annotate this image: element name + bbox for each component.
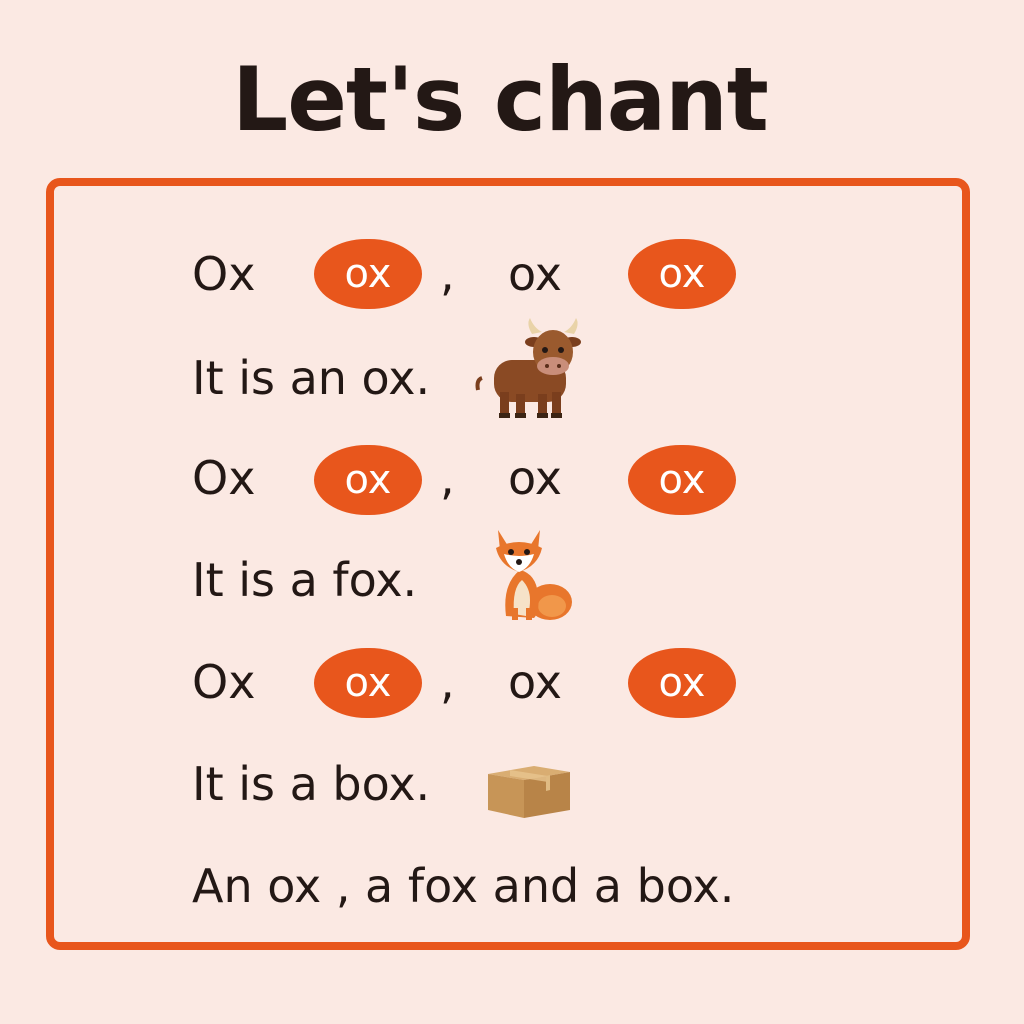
ox-pill: ox: [314, 445, 422, 515]
sentence-text: It is a box.: [192, 757, 431, 811]
ox-pill: ox: [628, 239, 736, 309]
chant-word: Ox: [192, 247, 256, 301]
ox-pill: ox: [314, 239, 422, 309]
box-icon: [488, 766, 570, 818]
chant-word: Ox: [192, 451, 256, 505]
ox-pill: ox: [628, 648, 736, 718]
chant-word: ox: [508, 655, 562, 709]
chant-word: ox: [508, 247, 562, 301]
page-title: Let's chant: [232, 48, 769, 151]
comma: ,: [440, 655, 455, 709]
ox-pill: ox: [628, 445, 736, 515]
ox-pill: ox: [314, 648, 422, 718]
comma: ,: [440, 247, 455, 301]
ox-icon: [475, 318, 581, 418]
sentence-text: It is a fox.: [192, 553, 418, 607]
fox-icon: [496, 530, 572, 620]
comma: ,: [440, 451, 455, 505]
chant-word: ox: [508, 451, 562, 505]
sentence-text: It is an ox.: [192, 351, 431, 405]
final-text: An ox , a fox and a box.: [192, 859, 735, 913]
chant-word: Ox: [192, 655, 256, 709]
